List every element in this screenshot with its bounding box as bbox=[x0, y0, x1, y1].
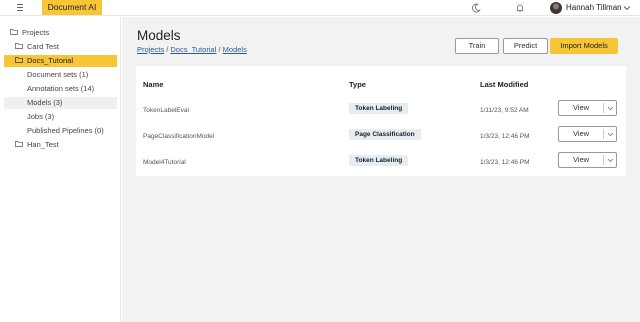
last-modified: 1/3/23, 12:46 PM bbox=[480, 133, 530, 140]
sidebar-item-label: Han_Test bbox=[27, 140, 59, 149]
model-name[interactable]: PageClassificationModel bbox=[143, 133, 214, 140]
type-badge: Token Labeling bbox=[349, 155, 409, 166]
type-badge: Page Classification bbox=[349, 129, 421, 140]
avatar[interactable] bbox=[550, 2, 562, 14]
folder-icon bbox=[15, 141, 23, 147]
view-button-label[interactable]: View bbox=[559, 101, 603, 115]
folder-open-icon bbox=[15, 57, 23, 63]
moon-icon[interactable] bbox=[471, 3, 481, 13]
breadcrumb-separator: / bbox=[218, 45, 221, 54]
sidebar-item-jobs[interactable]: Jobs (3) bbox=[27, 111, 117, 123]
folder-icon bbox=[15, 43, 23, 49]
divider bbox=[603, 129, 604, 139]
chevron-down-icon[interactable] bbox=[607, 131, 614, 137]
predict-button[interactable]: Predict bbox=[503, 38, 548, 54]
main-content: Models Projects / Docs_Tutorial / Models… bbox=[122, 17, 640, 322]
chevron-down-icon[interactable] bbox=[623, 5, 631, 11]
import-models-button[interactable]: Import Models bbox=[550, 38, 618, 54]
column-header-name[interactable]: Name bbox=[143, 80, 163, 89]
sidebar-item-card-test[interactable]: Card Test bbox=[15, 41, 115, 53]
view-button[interactable]: View bbox=[558, 100, 617, 116]
sidebar-item-projects[interactable]: Projects bbox=[10, 27, 110, 39]
sidebar: Projects Card Test Docs_Tutorial Documen… bbox=[0, 17, 121, 322]
sidebar-item-annotation-sets[interactable]: Annotation sets (14) bbox=[27, 83, 117, 95]
top-bar: Document AI Hannah Tillman bbox=[0, 0, 640, 16]
type-badge: Token Labeling bbox=[349, 103, 409, 114]
view-button[interactable]: View bbox=[558, 126, 617, 142]
breadcrumb-docs-tutorial[interactable]: Docs_Tutorial bbox=[170, 45, 216, 54]
sidebar-item-document-sets[interactable]: Document sets (1) bbox=[27, 69, 117, 81]
model-name[interactable]: Model4Tutorial bbox=[143, 159, 186, 166]
sidebar-item-published-pipelines[interactable]: Published Pipelines (0) bbox=[27, 125, 119, 137]
breadcrumb: Projects / Docs_Tutorial / Models bbox=[137, 45, 247, 54]
breadcrumb-projects[interactable]: Projects bbox=[137, 45, 164, 54]
folder-icon bbox=[10, 29, 18, 35]
app-name[interactable]: Document AI bbox=[42, 0, 102, 15]
view-button-label[interactable]: View bbox=[559, 127, 603, 141]
chevron-down-icon[interactable] bbox=[607, 105, 614, 111]
sidebar-item-docs-tutorial[interactable]: Docs_Tutorial bbox=[4, 55, 117, 67]
user-name[interactable]: Hannah Tillman bbox=[566, 3, 622, 12]
last-modified: 1/3/23, 12:46 PM bbox=[480, 159, 530, 166]
train-button[interactable]: Train bbox=[455, 38, 499, 54]
sidebar-item-han-test[interactable]: Han_Test bbox=[15, 139, 115, 151]
table-row[interactable]: Model4Tutorial Token Labeling 1/3/23, 12… bbox=[136, 150, 626, 176]
bell-icon[interactable] bbox=[515, 3, 525, 13]
chevron-down-icon[interactable] bbox=[607, 157, 614, 163]
view-button-label[interactable]: View bbox=[559, 153, 603, 167]
sidebar-item-label: Docs_Tutorial bbox=[27, 56, 73, 65]
sidebar-item-label: Projects bbox=[22, 28, 50, 37]
view-button[interactable]: View bbox=[558, 152, 617, 168]
breadcrumb-separator: / bbox=[166, 45, 169, 54]
breadcrumb-models[interactable]: Models bbox=[223, 45, 247, 54]
column-header-type[interactable]: Type bbox=[349, 80, 366, 89]
column-header-last-modified[interactable]: Last Modified bbox=[480, 80, 528, 89]
page-title: Models bbox=[137, 28, 181, 43]
table-row[interactable]: PageClassificationModel Page Classificat… bbox=[136, 124, 626, 150]
menu-icon[interactable] bbox=[14, 2, 26, 14]
sidebar-item-models[interactable]: Models (3) bbox=[4, 97, 117, 109]
models-table: Name Type Last Modified TokenLabelEval T… bbox=[136, 66, 626, 176]
divider bbox=[603, 103, 604, 113]
model-name[interactable]: TokenLabelEval bbox=[143, 107, 189, 114]
last-modified: 1/11/23, 9:52 AM bbox=[480, 107, 529, 114]
table-row[interactable]: TokenLabelEval Token Labeling 1/11/23, 9… bbox=[136, 98, 626, 124]
divider bbox=[603, 155, 604, 165]
sidebar-item-label: Card Test bbox=[27, 42, 59, 51]
